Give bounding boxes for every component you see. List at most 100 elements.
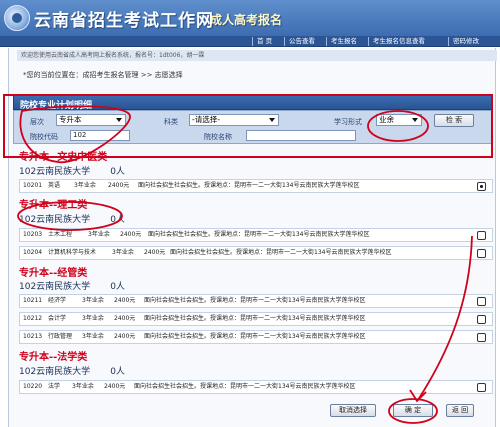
top-nav: 首 页 公告查看 考生报名 考生报名信息查看 密码修改	[0, 36, 500, 47]
major-note: 面向社会招生社会招生。授课地点：昆明市一二一大街134号云南民族大学莲华校区	[144, 333, 366, 340]
nav-home[interactable]: 首 页	[252, 37, 276, 46]
major-fee: 2400元	[144, 249, 166, 256]
major-row[interactable]: 10201 英语 3年业余 2400元 面向社会招生社会招生。授课地点：昆明市一…	[19, 179, 493, 193]
filter-area: 层次 专升本 科类 -请选择- 学习形式 业余 检 索 院校代码 102 院校名…	[13, 110, 493, 144]
category-heading: 专升本--法学类	[19, 352, 88, 363]
level-label: 层次	[30, 118, 44, 126]
major-radio[interactable]	[477, 383, 486, 392]
study-form-value: 业余	[379, 115, 394, 124]
school-code-label: 院校代码	[30, 133, 58, 141]
major-fee: 2400元	[120, 231, 142, 238]
major-name: 经济学	[48, 297, 67, 304]
major-years: 3年业余	[112, 249, 134, 256]
major-code: 10204	[23, 249, 43, 256]
study-form-select[interactable]: 业余	[376, 114, 422, 126]
chevron-down-icon	[116, 118, 122, 122]
major-code: 10211	[23, 297, 43, 304]
site-header: 云南省招生考试工作网 成人高考报名	[0, 0, 500, 36]
major-fee: 2400元	[104, 383, 126, 390]
school-name: 102云南民族大学	[19, 167, 91, 177]
school-row: 102云南民族大学 0人	[19, 164, 125, 177]
chevron-down-icon	[269, 118, 275, 122]
confirm-button[interactable]: 确 定	[393, 404, 433, 417]
school-name-label: 院校名称	[204, 133, 232, 141]
major-note: 面向社会招生社会招生。授课地点：昆明市一二一大街134号云南民族大学莲华校区	[144, 315, 366, 322]
major-note: 面向社会招生社会招生。授课地点：昆明市一二一大街134号云南民族大学莲华校区	[134, 383, 356, 390]
major-note: 面向社会招生社会招生。授课地点：昆明市一二一大街134号云南民族大学莲华校区	[138, 182, 360, 189]
major-fee: 2400元	[108, 182, 130, 189]
school-count: 0人	[110, 167, 125, 177]
chevron-down-icon	[412, 118, 418, 122]
nav-announcements[interactable]: 公告查看	[284, 37, 319, 46]
major-row[interactable]: 10213 行政管理 3年业余 2400元 面向社会招生社会招生。授课地点：昆明…	[19, 330, 493, 344]
major-years: 3年业余	[74, 182, 96, 189]
major-name: 会计学	[48, 315, 67, 322]
school-row: 102云南民族大学 0人	[19, 212, 125, 225]
category-heading: 专升本--理工类	[19, 200, 88, 211]
major-code: 10212	[23, 315, 43, 322]
main-content: 欢迎您使用云南省成人高考网上报名系统，报名号：1dt006，胡一霖 *您的当前位…	[8, 48, 497, 427]
major-code: 10201	[23, 182, 43, 189]
school-count: 0人	[110, 367, 125, 377]
major-row[interactable]: 10203 土木工程 3年业余 2400元 面向社会招生社会招生。授课地点：昆明…	[19, 228, 493, 242]
major-row[interactable]: 10204 计算机科学与技术 3年业余 2400元 面向社会招生社会招生。授课地…	[19, 246, 493, 260]
subject-select[interactable]: -请选择-	[189, 114, 279, 126]
major-row[interactable]: 10220 法学 3年业余 2400元 面向社会招生社会招生。授课地点：昆明市一…	[19, 380, 493, 394]
logo-icon	[4, 5, 30, 31]
major-code: 10213	[23, 333, 43, 340]
welcome-notice: 欢迎您使用云南省成人高考网上报名系统，报名号：1dt006，胡一霖	[17, 50, 497, 61]
major-note: 面向社会招生社会招生。授课地点：昆明市一二一大街134号云南民族大学莲华校区	[170, 249, 392, 256]
major-fee: 2400元	[114, 297, 136, 304]
nav-registration-info[interactable]: 考生报名信息查看	[368, 37, 429, 46]
major-radio[interactable]	[477, 182, 486, 191]
school-count: 0人	[110, 282, 125, 292]
major-years: 3年业余	[88, 231, 110, 238]
site-title: 云南省招生考试工作网	[34, 11, 214, 31]
major-name: 计算机科学与技术	[48, 249, 97, 256]
panel-title-bar: 院校专业计划明细	[13, 94, 493, 111]
major-radio[interactable]	[477, 249, 486, 258]
subject-value: -请选择-	[192, 115, 220, 124]
major-name: 土木工程	[48, 231, 73, 238]
major-radio[interactable]	[477, 333, 486, 342]
major-radio[interactable]	[477, 315, 486, 324]
search-button[interactable]: 检 索	[434, 114, 474, 127]
school-code-input[interactable]: 102	[70, 130, 130, 141]
school-row: 102云南民族大学 0人	[19, 279, 125, 292]
major-code: 10203	[23, 231, 43, 238]
school-name: 102云南民族大学	[19, 367, 91, 377]
sub-title: 成人高考报名	[210, 13, 283, 27]
major-row[interactable]: 10211 经济学 3年业余 2400元 面向社会招生社会招生。授课地点：昆明市…	[19, 294, 493, 308]
major-fee: 2400元	[114, 315, 136, 322]
major-radio[interactable]	[477, 231, 486, 240]
category-heading: 专升本--经管类	[19, 268, 88, 279]
school-name: 102云南民族大学	[19, 215, 91, 225]
school-row: 102云南民族大学 0人	[19, 364, 125, 377]
major-name: 行政管理	[48, 333, 73, 340]
major-row[interactable]: 10212 会计学 3年业余 2400元 面向社会招生社会招生。授课地点：昆明市…	[19, 312, 493, 326]
school-name: 102云南民族大学	[19, 282, 91, 292]
school-count: 0人	[110, 215, 125, 225]
breadcrumb: *您的当前位置在：成招考生报名管理 >> 志愿选择	[23, 71, 183, 79]
level-value: 专升本	[59, 115, 82, 124]
major-note: 面向社会招生社会招生。授课地点：昆明市一二一大街134号云南民族大学莲华校区	[144, 297, 366, 304]
nav-change-password[interactable]: 密码修改	[448, 37, 483, 46]
major-name: 法学	[48, 383, 61, 390]
study-form-label: 学习形式	[334, 118, 362, 126]
major-fee: 2400元	[114, 333, 136, 340]
subject-label: 科类	[164, 118, 178, 126]
major-code: 10220	[23, 383, 43, 390]
category-heading: 专升本--文史中医类	[19, 152, 108, 163]
cancel-selection-button[interactable]: 取消选择	[330, 404, 376, 417]
major-years: 3年业余	[82, 297, 104, 304]
major-years: 3年业余	[72, 383, 94, 390]
school-name-input[interactable]	[246, 130, 356, 141]
level-select[interactable]: 专升本	[56, 114, 126, 126]
major-years: 3年业余	[82, 333, 104, 340]
major-note: 面向社会招生社会招生。授课地点：昆明市一二一大街134号云南民族大学莲华校区	[148, 231, 370, 238]
major-radio[interactable]	[477, 297, 486, 306]
back-button[interactable]: 返 回	[446, 404, 474, 417]
major-name: 英语	[48, 182, 61, 189]
nav-registration[interactable]: 考生报名	[326, 37, 361, 46]
major-years: 3年业余	[82, 315, 104, 322]
